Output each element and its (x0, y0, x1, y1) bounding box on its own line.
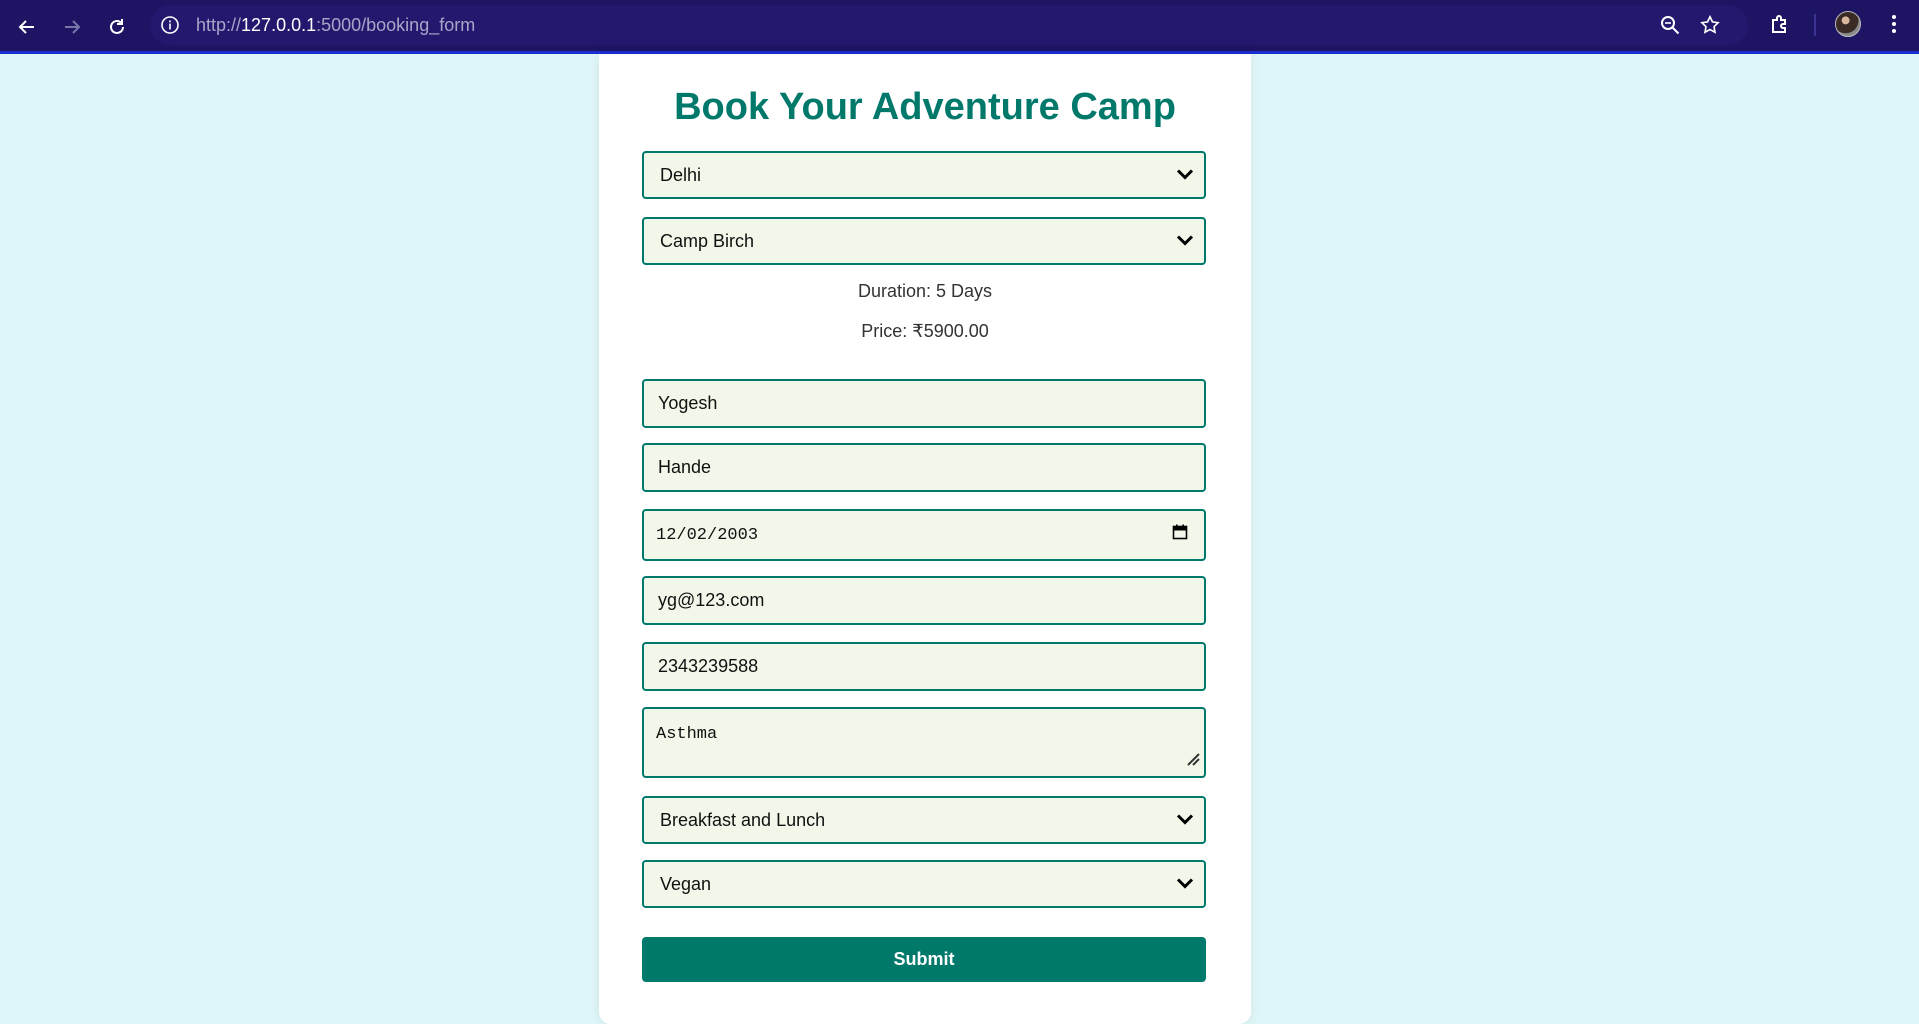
forward-arrow-icon[interactable] (57, 12, 87, 42)
url-text[interactable]: http://127.0.0.1:5000/booking_form (196, 15, 475, 36)
resize-handle-icon[interactable] (1184, 750, 1200, 772)
meal-plan-select-value: Breakfast and Lunch (660, 809, 826, 830)
chevron-down-icon (1176, 165, 1194, 186)
last-name-input[interactable]: Hande (642, 443, 1206, 492)
site-info-icon[interactable] (160, 15, 180, 35)
email-value: yg@123.com (658, 590, 765, 610)
location-select-value: Delhi (660, 164, 702, 185)
date-of-birth-value: 12/02/2003 (656, 525, 759, 545)
more-vertical-icon[interactable] (1887, 12, 1901, 36)
diet-select[interactable]: Vegan (642, 860, 1206, 908)
url-path: :5000/booking_form (316, 15, 476, 35)
diet-select-value: Vegan (660, 873, 712, 894)
chevron-down-icon (1176, 231, 1194, 252)
phone-input[interactable]: 2343239588 (642, 642, 1206, 691)
submit-button[interactable]: Submit (642, 937, 1206, 982)
extensions-icon[interactable] (1768, 12, 1792, 36)
first-name-input[interactable]: Yogesh (642, 379, 1206, 428)
bookmark-star-icon[interactable] (1699, 14, 1721, 36)
booking-form-card: Book Your Adventure Camp Delhi Camp Birc… (599, 54, 1251, 1024)
url-scheme: http:// (196, 15, 242, 35)
camp-select-value: Camp Birch (660, 230, 755, 251)
camp-select[interactable]: Camp Birch (642, 217, 1206, 265)
page-title: Book Your Adventure Camp (674, 86, 1176, 128)
last-name-value: Hande (658, 457, 712, 477)
calendar-icon[interactable] (1172, 524, 1188, 546)
profile-avatar[interactable] (1835, 11, 1861, 37)
duration-text: Duration: 5 Days (857, 281, 993, 301)
address-bar[interactable]: http://127.0.0.1:5000/booking_form (150, 5, 1748, 45)
date-of-birth-input[interactable]: 12/02/2003 (642, 509, 1206, 561)
phone-value: 2343239588 (658, 656, 759, 676)
medical-notes-textarea[interactable]: Asthma (642, 707, 1206, 778)
location-select[interactable]: Delhi (642, 151, 1206, 199)
medical-notes-value: Asthma (656, 725, 718, 744)
browser-toolbar: http://127.0.0.1:5000/booking_form (0, 0, 1919, 54)
first-name-value: Yogesh (658, 393, 718, 413)
toolbar-divider (1814, 14, 1816, 36)
chevron-down-icon (1176, 810, 1194, 831)
email-input[interactable]: yg@123.com (642, 576, 1206, 625)
price-text: Price: ₹5900.00 (861, 321, 989, 341)
chevron-down-icon (1176, 874, 1194, 895)
back-arrow-icon[interactable] (12, 12, 42, 42)
zoom-icon[interactable] (1659, 14, 1681, 36)
url-host: 127.0.0.1 (241, 15, 317, 35)
reload-icon[interactable] (102, 12, 132, 42)
meal-plan-select[interactable]: Breakfast and Lunch (642, 796, 1206, 844)
